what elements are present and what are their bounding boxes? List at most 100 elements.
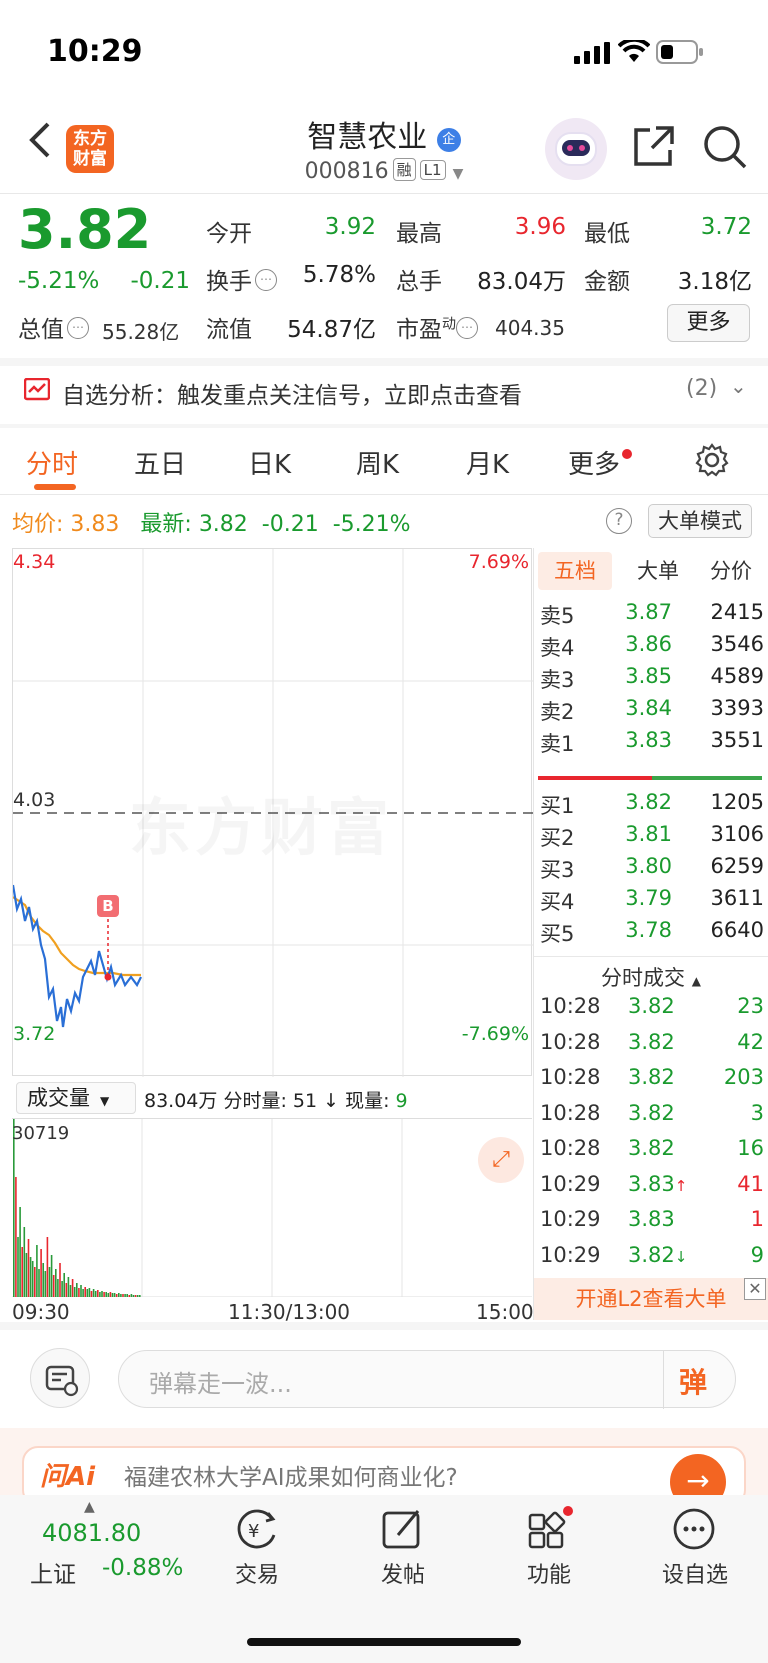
ask-row[interactable]: 卖4 3.86 3546 [534, 632, 768, 664]
prev-close-label: 4.03 [13, 789, 56, 811]
danmaku-send-button[interactable]: 弹 [679, 1361, 707, 1401]
tick-row: 10:28 3.82 16 [534, 1136, 768, 1170]
tab-level5[interactable]: 五档 [538, 552, 612, 590]
price-change-pct: -5.21% [18, 268, 100, 294]
ask-price: 3.86 [625, 632, 672, 656]
volume-bar [48, 1267, 51, 1297]
ask-row[interactable]: 卖5 3.87 2415 [534, 600, 768, 632]
settings-gear-icon[interactable] [694, 442, 730, 478]
tick-price: 3.83↑ [628, 1171, 688, 1196]
index-value[interactable]: 4081.80 [42, 1519, 141, 1547]
bid-ask-bar-green [652, 776, 762, 780]
ticks-title[interactable]: 分时成交 ▲ [534, 962, 768, 992]
tick-volume: 3 [750, 1100, 764, 1125]
promo-area: 问Ai 福建农林大学AI成果如何商业化? → [0, 1428, 768, 1510]
tab-five-day[interactable]: 五日 [134, 444, 186, 481]
volume-bar [132, 1295, 135, 1297]
level-tag: L1 [419, 160, 446, 180]
trade-icon[interactable]: ¥ [232, 1505, 282, 1555]
alert-text: 自选分析：触发重点关注信号，立即点击查看 [62, 383, 522, 409]
tab-monthly-k[interactable]: 月K [466, 444, 509, 481]
float-label: 流值 [206, 317, 252, 343]
post-icon[interactable] [378, 1505, 428, 1555]
tab-indicator [34, 484, 76, 490]
bid-ask-bar-red [538, 776, 652, 780]
expand-chart-icon[interactable]: ⤢ [478, 1137, 524, 1183]
volume-bar [124, 1294, 126, 1297]
bid-row[interactable]: 买5 3.78 6640 [534, 918, 768, 950]
ask-row[interactable]: 卖1 3.83 3551 [534, 728, 768, 760]
watchlist-analysis-alert[interactable]: 自选分析：触发重点关注信号，立即点击查看 (2) ⌄ [0, 360, 768, 424]
close-icon[interactable]: ✕ [744, 1278, 766, 1300]
bid-volume: 3106 [710, 822, 764, 846]
bid-row[interactable]: 买3 3.80 6259 [534, 854, 768, 886]
l2-upgrade-banner[interactable]: 开通L2查看大单 [534, 1278, 768, 1320]
volume-bar [52, 1275, 55, 1297]
more-button[interactable]: 更多 [667, 304, 750, 342]
large-order-mode-button[interactable]: 大单模式 [648, 504, 752, 538]
volume-bar [67, 1277, 70, 1297]
min-price-label: 3.72 [13, 1023, 56, 1045]
danmaku-settings-icon[interactable] [30, 1348, 90, 1408]
nav-functions[interactable]: 功能 [512, 1557, 586, 1589]
tab-more[interactable]: 更多 [568, 444, 633, 481]
search-icon[interactable] [702, 124, 748, 170]
info-icon: ⋯ [255, 269, 277, 291]
indicator-selector[interactable]: 成交量 ▼ [16, 1082, 136, 1114]
ask-price: 3.87 [625, 600, 672, 624]
share-icon[interactable] [632, 124, 676, 168]
volume-max-label: 30719 [12, 1123, 70, 1144]
tick-price: 3.82 [628, 1100, 675, 1125]
volume-bar [17, 1237, 19, 1297]
ai-robot-icon[interactable] [545, 118, 607, 180]
nav-add-watchlist[interactable]: 设自选 [652, 1557, 738, 1589]
bid-price: 3.79 [625, 886, 672, 910]
info-icon: ⋯ [67, 317, 89, 339]
volume-chart[interactable]: 30719 ⤢ [12, 1118, 532, 1297]
ask-row[interactable]: 卖2 3.84 3393 [534, 696, 768, 728]
max-price-label: 4.34 [13, 551, 56, 573]
bid-volume: 3611 [710, 886, 764, 910]
index-pct[interactable]: -0.88% [102, 1555, 183, 1581]
nav-trade[interactable]: 交易 [220, 1557, 294, 1589]
volume-bar [90, 1291, 93, 1297]
min-pct-label: -7.69% [461, 1023, 529, 1045]
volume-chart-svg [12, 1119, 532, 1297]
volume-bar [59, 1263, 61, 1297]
danmaku-input[interactable]: 弹幕走一波... 弹 [118, 1350, 736, 1409]
volume-bar [25, 1253, 28, 1297]
volume-bar [118, 1293, 120, 1297]
tab-daily-k[interactable]: 日K [248, 444, 291, 481]
volume-bar [113, 1293, 116, 1297]
volume-bar [120, 1294, 122, 1297]
more-circle-icon[interactable] [670, 1505, 720, 1555]
tab-large-orders[interactable]: 大单 [626, 552, 690, 590]
open-label: 今开 [206, 221, 252, 247]
chevron-down-icon: ⌄ [730, 374, 747, 398]
tick-volume: 23 [737, 994, 764, 1018]
tab-weekly-k[interactable]: 周K [356, 444, 399, 481]
volume-bar [84, 1287, 86, 1297]
volume-bar [27, 1239, 30, 1297]
ask-row[interactable]: 卖3 3.85 4589 [534, 664, 768, 696]
buy-marker[interactable]: B [97, 895, 119, 917]
arrow-down-icon: ↓ [674, 1247, 688, 1266]
volume-summary: 83.04万 分时量: 51 ↓ 现量: 9 [144, 1090, 408, 1112]
bid-row[interactable]: 买2 3.81 3106 [534, 822, 768, 854]
tab-price-distribution[interactable]: 分价 [696, 552, 766, 590]
bid-label: 买3 [540, 858, 575, 882]
volume-bar [99, 1292, 101, 1297]
functions-icon[interactable] [524, 1505, 574, 1555]
ask-volume: 3546 [710, 632, 764, 656]
bid-row[interactable]: 买1 3.82 1205 [534, 790, 768, 822]
tick-row: 10:29 3.83↑ 41 [534, 1172, 768, 1206]
nav-post[interactable]: 发帖 [366, 1557, 440, 1589]
intraday-price-chart[interactable]: 4.34 7.69% 4.03 3.72 -7.69% 东方财富 B [12, 548, 533, 1077]
volume-bar [42, 1263, 44, 1297]
tab-intraday[interactable]: 分时 [26, 444, 78, 481]
help-icon[interactable]: ? [606, 508, 632, 534]
volume-bar [105, 1292, 107, 1297]
index-name[interactable]: 上证 [30, 1555, 76, 1589]
bid-row[interactable]: 买4 3.79 3611 [534, 886, 768, 918]
signal-icon [574, 42, 610, 64]
